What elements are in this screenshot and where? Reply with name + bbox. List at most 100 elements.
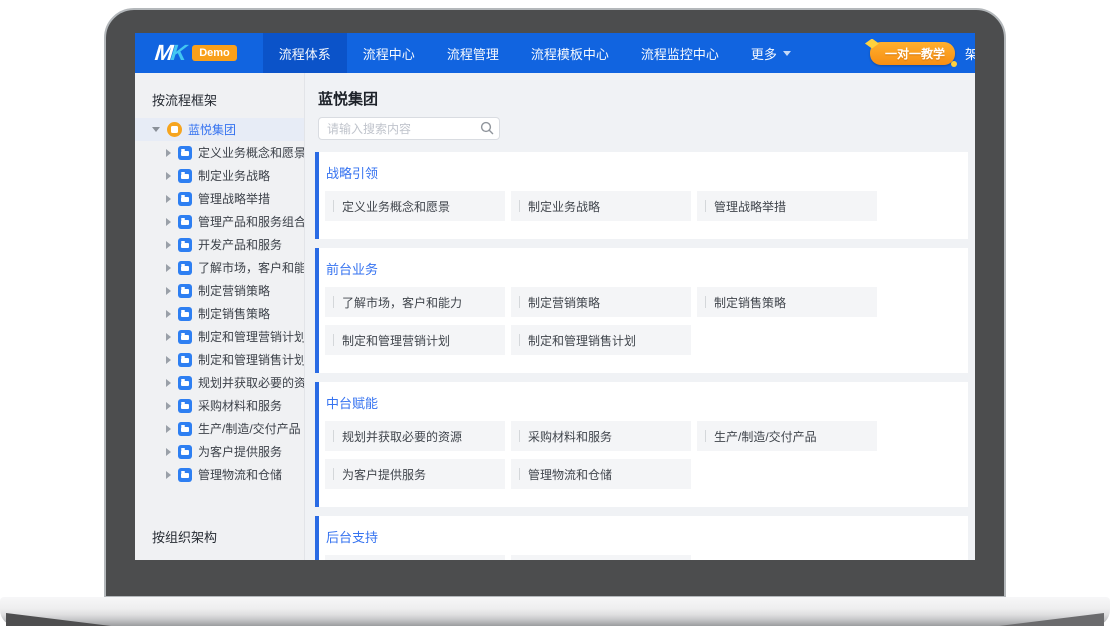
process-card[interactable]: 管理战略举措 [697, 191, 877, 221]
process-card[interactable]: 制定和管理销售计划 [511, 325, 691, 355]
tree-item[interactable]: 采购材料和服务 [135, 394, 304, 417]
process-card[interactable]: 生产/制造/交付产品 [697, 421, 877, 451]
chevron-right-icon[interactable] [166, 471, 171, 479]
tree-item[interactable]: 制定营销策略 [135, 279, 304, 302]
tree-item-label: 规划并获取必要的资源 [198, 374, 304, 391]
group-title[interactable]: 中台赋能 [326, 393, 968, 412]
chevron-right-icon[interactable] [166, 172, 171, 180]
folder-icon [178, 399, 192, 413]
folder-icon [178, 238, 192, 252]
nav-menu-item[interactable]: 流程中心 [350, 33, 428, 73]
card-tick-divider [519, 334, 520, 346]
nav-menu-item[interactable]: 流程监控中心 [628, 33, 732, 73]
folder-icon [178, 353, 192, 367]
process-card[interactable]: 管理物流和仓储 [511, 459, 691, 489]
tree-item[interactable]: 管理产品和服务组合 [135, 210, 304, 233]
sidebar-section-org: 按组织架构 行政组织 [135, 510, 304, 560]
card-tick-divider [519, 296, 520, 308]
nav-menu-item[interactable]: 更多 [738, 33, 804, 73]
chevron-right-icon[interactable] [166, 241, 171, 249]
group-title[interactable]: 战略引领 [326, 163, 968, 182]
chevron-right-icon[interactable] [166, 448, 171, 456]
top-navbar: M K Demo 流程体系 流程中心 流程管理 流程模板中心 流程监控中心 更多 [135, 33, 975, 73]
process-card[interactable]: 开发产品和服务 [511, 555, 691, 560]
nav-item-label: 流程体系 [279, 44, 331, 63]
chevron-right-icon[interactable] [166, 356, 171, 364]
tree-item[interactable]: 制定和管理销售计划 [135, 348, 304, 371]
nav-item-label: 流程模板中心 [531, 44, 609, 63]
tree-root-company[interactable]: 蓝悦集团 [135, 118, 304, 141]
one-on-one-teaching-badge[interactable]: 一对一教学 [870, 42, 955, 65]
chevron-right-icon[interactable] [166, 379, 171, 387]
chevron-down-icon[interactable] [152, 127, 160, 132]
tree-item[interactable]: 了解市场，客户和能力 [135, 256, 304, 279]
sidebar: 按流程框架 蓝悦集团 定义业务概念和愿景 制定业务战略 [135, 73, 305, 560]
nav-menu-item[interactable]: 流程体系 [263, 33, 347, 73]
chevron-right-icon[interactable] [166, 310, 171, 318]
group-panel-frontoffice: 前台业务 了解市场，客户和能力 制定营销策略 制定销售策略 [315, 248, 968, 373]
tree-item-label: 开发产品和服务 [198, 236, 282, 253]
tree-item[interactable]: 开发产品和服务 [135, 233, 304, 256]
search-icon[interactable] [478, 120, 496, 138]
process-card[interactable]: 管理产品和服务组合 [325, 555, 505, 560]
chevron-right-icon[interactable] [166, 149, 171, 157]
process-card-label: 制定和管理销售计划 [528, 332, 636, 349]
chevron-right-icon[interactable] [166, 264, 171, 272]
company-icon [167, 122, 182, 137]
folder-icon [178, 376, 192, 390]
nav-item-label: 流程中心 [363, 44, 415, 63]
tree-item[interactable]: 定义业务概念和愿景 [135, 141, 304, 164]
tree-item[interactable]: 生产/制造/交付产品 [135, 417, 304, 440]
process-card[interactable]: 制定业务战略 [511, 191, 691, 221]
folder-icon [178, 146, 192, 160]
chevron-right-icon[interactable] [166, 195, 171, 203]
tree-item[interactable]: 制定销售策略 [135, 302, 304, 325]
nav-menu-item[interactable]: 流程模板中心 [518, 33, 622, 73]
tree-item[interactable]: 管理战略举措 [135, 187, 304, 210]
card-tick-divider [333, 468, 334, 480]
folder-icon [178, 284, 192, 298]
tree-item-label: 采购材料和服务 [198, 397, 282, 414]
process-card-label: 了解市场，客户和能力 [342, 294, 462, 311]
folder-icon [178, 215, 192, 229]
tree-item[interactable]: 制定和管理营销计划 [135, 325, 304, 348]
tree-item[interactable]: 为客户提供服务 [135, 440, 304, 463]
card-tick-divider [705, 430, 706, 442]
chevron-right-icon[interactable] [166, 333, 171, 341]
chevron-right-icon[interactable] [166, 425, 171, 433]
process-card[interactable]: 规划并获取必要的资源 [325, 421, 505, 451]
process-card[interactable]: 定义业务概念和愿景 [325, 191, 505, 221]
card-tick-divider [519, 200, 520, 212]
process-card[interactable]: 采购材料和服务 [511, 421, 691, 451]
app-logo[interactable]: M K Demo [135, 40, 237, 66]
chevron-right-icon[interactable] [166, 218, 171, 226]
card-tick-divider [333, 430, 334, 442]
process-card-label: 定义业务概念和愿景 [342, 198, 450, 215]
process-card[interactable]: 了解市场，客户和能力 [325, 287, 505, 317]
tree-root-label: 蓝悦集团 [188, 121, 236, 138]
process-card[interactable]: 制定和管理营销计划 [325, 325, 505, 355]
tree-item[interactable]: 制定业务战略 [135, 164, 304, 187]
chevron-right-icon[interactable] [166, 287, 171, 295]
process-card[interactable]: 为客户提供服务 [325, 459, 505, 489]
search-input[interactable] [318, 117, 500, 140]
nav-menu-item[interactable]: 流程管理 [434, 33, 512, 73]
tree-root-admin-org[interactable]: 行政组织 [135, 559, 304, 560]
process-card[interactable]: 制定销售策略 [697, 287, 877, 317]
card-tick-divider [333, 334, 334, 346]
process-card[interactable]: 制定营销策略 [511, 287, 691, 317]
tree-item[interactable]: 规划并获取必要的资源 [135, 371, 304, 394]
process-card-label: 为客户提供服务 [342, 466, 426, 483]
chevron-right-icon[interactable] [166, 402, 171, 410]
card-tick-divider [519, 430, 520, 442]
group-panel-midoffice: 中台赋能 规划并获取必要的资源 采购材料和服务 生产/制造/交付产品 [315, 382, 968, 507]
nav-menu: 流程体系 流程中心 流程管理 流程模板中心 流程监控中心 更多 [263, 33, 807, 73]
card-list: 定义业务概念和愿景 制定业务战略 管理战略举措 [325, 191, 968, 229]
group-title[interactable]: 后台支持 [326, 527, 968, 546]
tree-item-label: 生产/制造/交付产品 [198, 420, 301, 437]
group-title[interactable]: 前台业务 [326, 259, 968, 278]
nav-item-architecture-partial[interactable]: 架构 [965, 44, 975, 63]
process-card-label: 制定营销策略 [528, 294, 600, 311]
tree-item[interactable]: 管理物流和仓储 [135, 463, 304, 486]
process-card-label: 制定和管理营销计划 [342, 332, 450, 349]
